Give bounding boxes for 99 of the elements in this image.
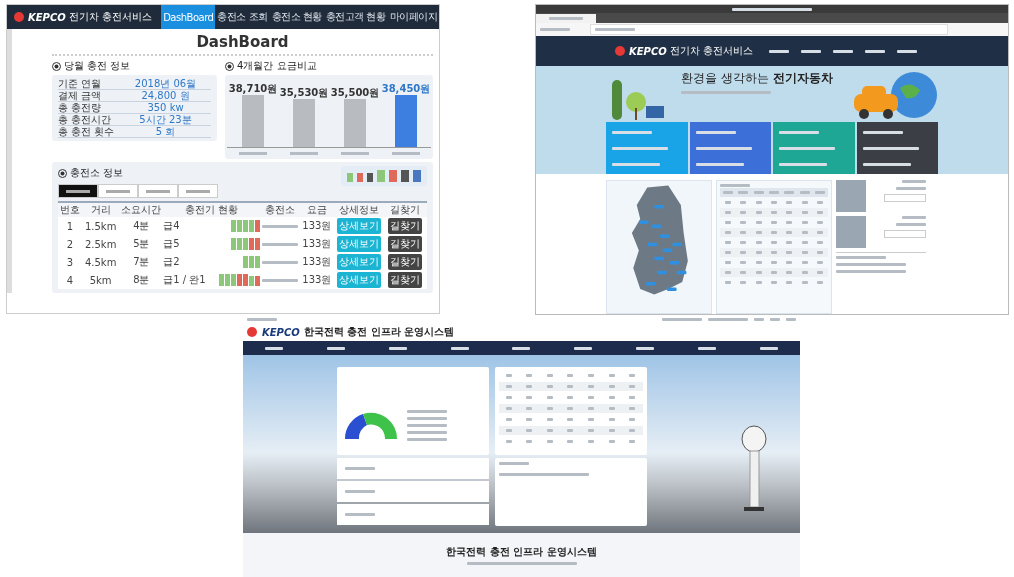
table-cell-text: 2.5km: [83, 238, 118, 250]
battery-icon: [377, 170, 385, 182]
info-value: 350 kw: [146, 102, 185, 113]
logo-icon: [246, 327, 258, 337]
table-cell-text: 7분: [132, 255, 151, 269]
bar: [344, 99, 366, 147]
table-cell-text: 2: [65, 238, 75, 250]
blurred-text: [392, 152, 420, 155]
menu-item[interactable]: [800, 49, 821, 53]
menu-item[interactable]: [832, 49, 853, 53]
info-value: 5시간 23분: [138, 114, 193, 125]
table-cell-text: 8분: [132, 273, 151, 287]
blurred-text: [262, 242, 299, 246]
blurred-text: [262, 260, 299, 264]
column-header: 요금: [305, 203, 328, 217]
table-cell-text: 133원: [301, 237, 333, 251]
column-header: 상세정보: [337, 203, 380, 217]
blurred-text: [290, 152, 318, 155]
battery-icon: [413, 170, 421, 182]
nav-tab[interactable]: 충전고객 현황: [323, 5, 388, 29]
menu-item[interactable]: [864, 49, 885, 53]
footer-title: 한국전력 충전 인프라 운영시스템: [446, 545, 597, 559]
table-cell-text: 1.5km: [83, 220, 118, 232]
battery-icon: [389, 170, 397, 182]
logo-text: KEPCO: [262, 326, 300, 338]
menu-item[interactable]: [768, 49, 789, 53]
route-button[interactable]: 길찾기: [388, 254, 423, 270]
info-label: 기준 연월: [58, 78, 103, 89]
info-label: 총 충전량: [58, 102, 103, 113]
info-value: 2018년 06월: [133, 78, 198, 89]
blurred-text: [262, 278, 299, 282]
bullet-icon: [58, 168, 67, 178]
logo-icon: [614, 46, 626, 56]
more-button[interactable]: [884, 230, 926, 238]
route-button[interactable]: 길찾기: [388, 272, 423, 288]
blurred-text: [341, 152, 369, 155]
column-header: 번호: [58, 203, 81, 217]
nav-tab[interactable]: 충전소 현황: [269, 5, 324, 29]
battery-icon: [367, 170, 373, 182]
table-cell-text: 133원: [301, 219, 333, 233]
table-cell-text: 133원: [301, 273, 333, 287]
filter-tab[interactable]: [58, 184, 98, 198]
photo-placeholder: [836, 216, 866, 248]
table-cell-text: 4분: [132, 219, 151, 233]
battery-icon: [357, 170, 363, 182]
service-name: 전기차 충전서비스: [68, 10, 152, 24]
table-cell-text: 4: [65, 274, 75, 286]
logo-text: KEPCO: [28, 11, 66, 23]
table-cell-text: 3: [65, 256, 75, 268]
info-label: 결제 금액: [58, 90, 103, 101]
value-label: 38,450원: [381, 83, 431, 94]
table-cell: 급1 / 완1: [163, 273, 206, 287]
column-header: 소요시간: [120, 203, 163, 217]
bar: [293, 99, 315, 147]
section-title: 당월 충전 정보: [64, 59, 131, 73]
info-value: 5 회: [154, 126, 177, 137]
table-cell-text: 133원: [301, 255, 333, 269]
service-name: 전기차 충전서비스: [669, 44, 753, 58]
nav-tab[interactable]: 충전소 조회: [215, 5, 270, 29]
system-name: 한국전력 충전 인프라 운영시스템: [303, 325, 455, 339]
bullet-icon: [52, 61, 61, 71]
column-header: 충전소: [264, 203, 297, 217]
battery-icon: [347, 170, 353, 182]
table-cell-text: 1: [65, 220, 75, 232]
table-cell-text: 5km: [88, 274, 113, 286]
value-label: 35,530원: [279, 87, 329, 98]
info-label: 총 충전 횟수: [58, 126, 116, 137]
table-cell: 급4: [163, 219, 180, 233]
nav-tab[interactable]: 마이페이지: [387, 5, 439, 29]
more-button[interactable]: [884, 194, 926, 202]
section-title: 4개월간 요금비교: [237, 59, 317, 73]
table-cell-text: 5분: [132, 237, 151, 251]
column-header: 길찾기: [389, 203, 422, 217]
column-header: 충전기 현황: [184, 203, 240, 217]
battery-icon: [401, 170, 409, 182]
bullet-icon: [225, 61, 234, 71]
logo-text: KEPCO: [629, 45, 667, 57]
table-cell: 급2: [163, 255, 180, 269]
bar: [242, 95, 264, 147]
blurred-text: [239, 152, 267, 155]
page-title: DashBoard: [195, 33, 290, 51]
logo-icon: [13, 12, 25, 22]
value-label: 38,710원: [228, 83, 278, 94]
table-cell: 급5: [163, 237, 180, 251]
blurred-text: [262, 224, 299, 228]
menu-item[interactable]: [896, 49, 917, 53]
section-title: 충전소 정보: [70, 166, 124, 180]
route-button[interactable]: 길찾기: [388, 218, 423, 234]
value-label: 35,500원: [330, 87, 380, 98]
bar: [395, 95, 417, 147]
table-cell-text: 4.5km: [83, 256, 118, 268]
info-value: 24,800 원: [140, 90, 191, 101]
route-button[interactable]: 길찾기: [388, 236, 423, 252]
column-header: 거리: [89, 203, 112, 217]
banner-heading: 환경을 생각하는 전기자동차: [681, 70, 833, 87]
address-field[interactable]: [590, 24, 948, 35]
browser-tab[interactable]: [536, 14, 596, 23]
photo-placeholder: [836, 180, 866, 212]
info-label: 총 충전시간: [58, 114, 113, 125]
